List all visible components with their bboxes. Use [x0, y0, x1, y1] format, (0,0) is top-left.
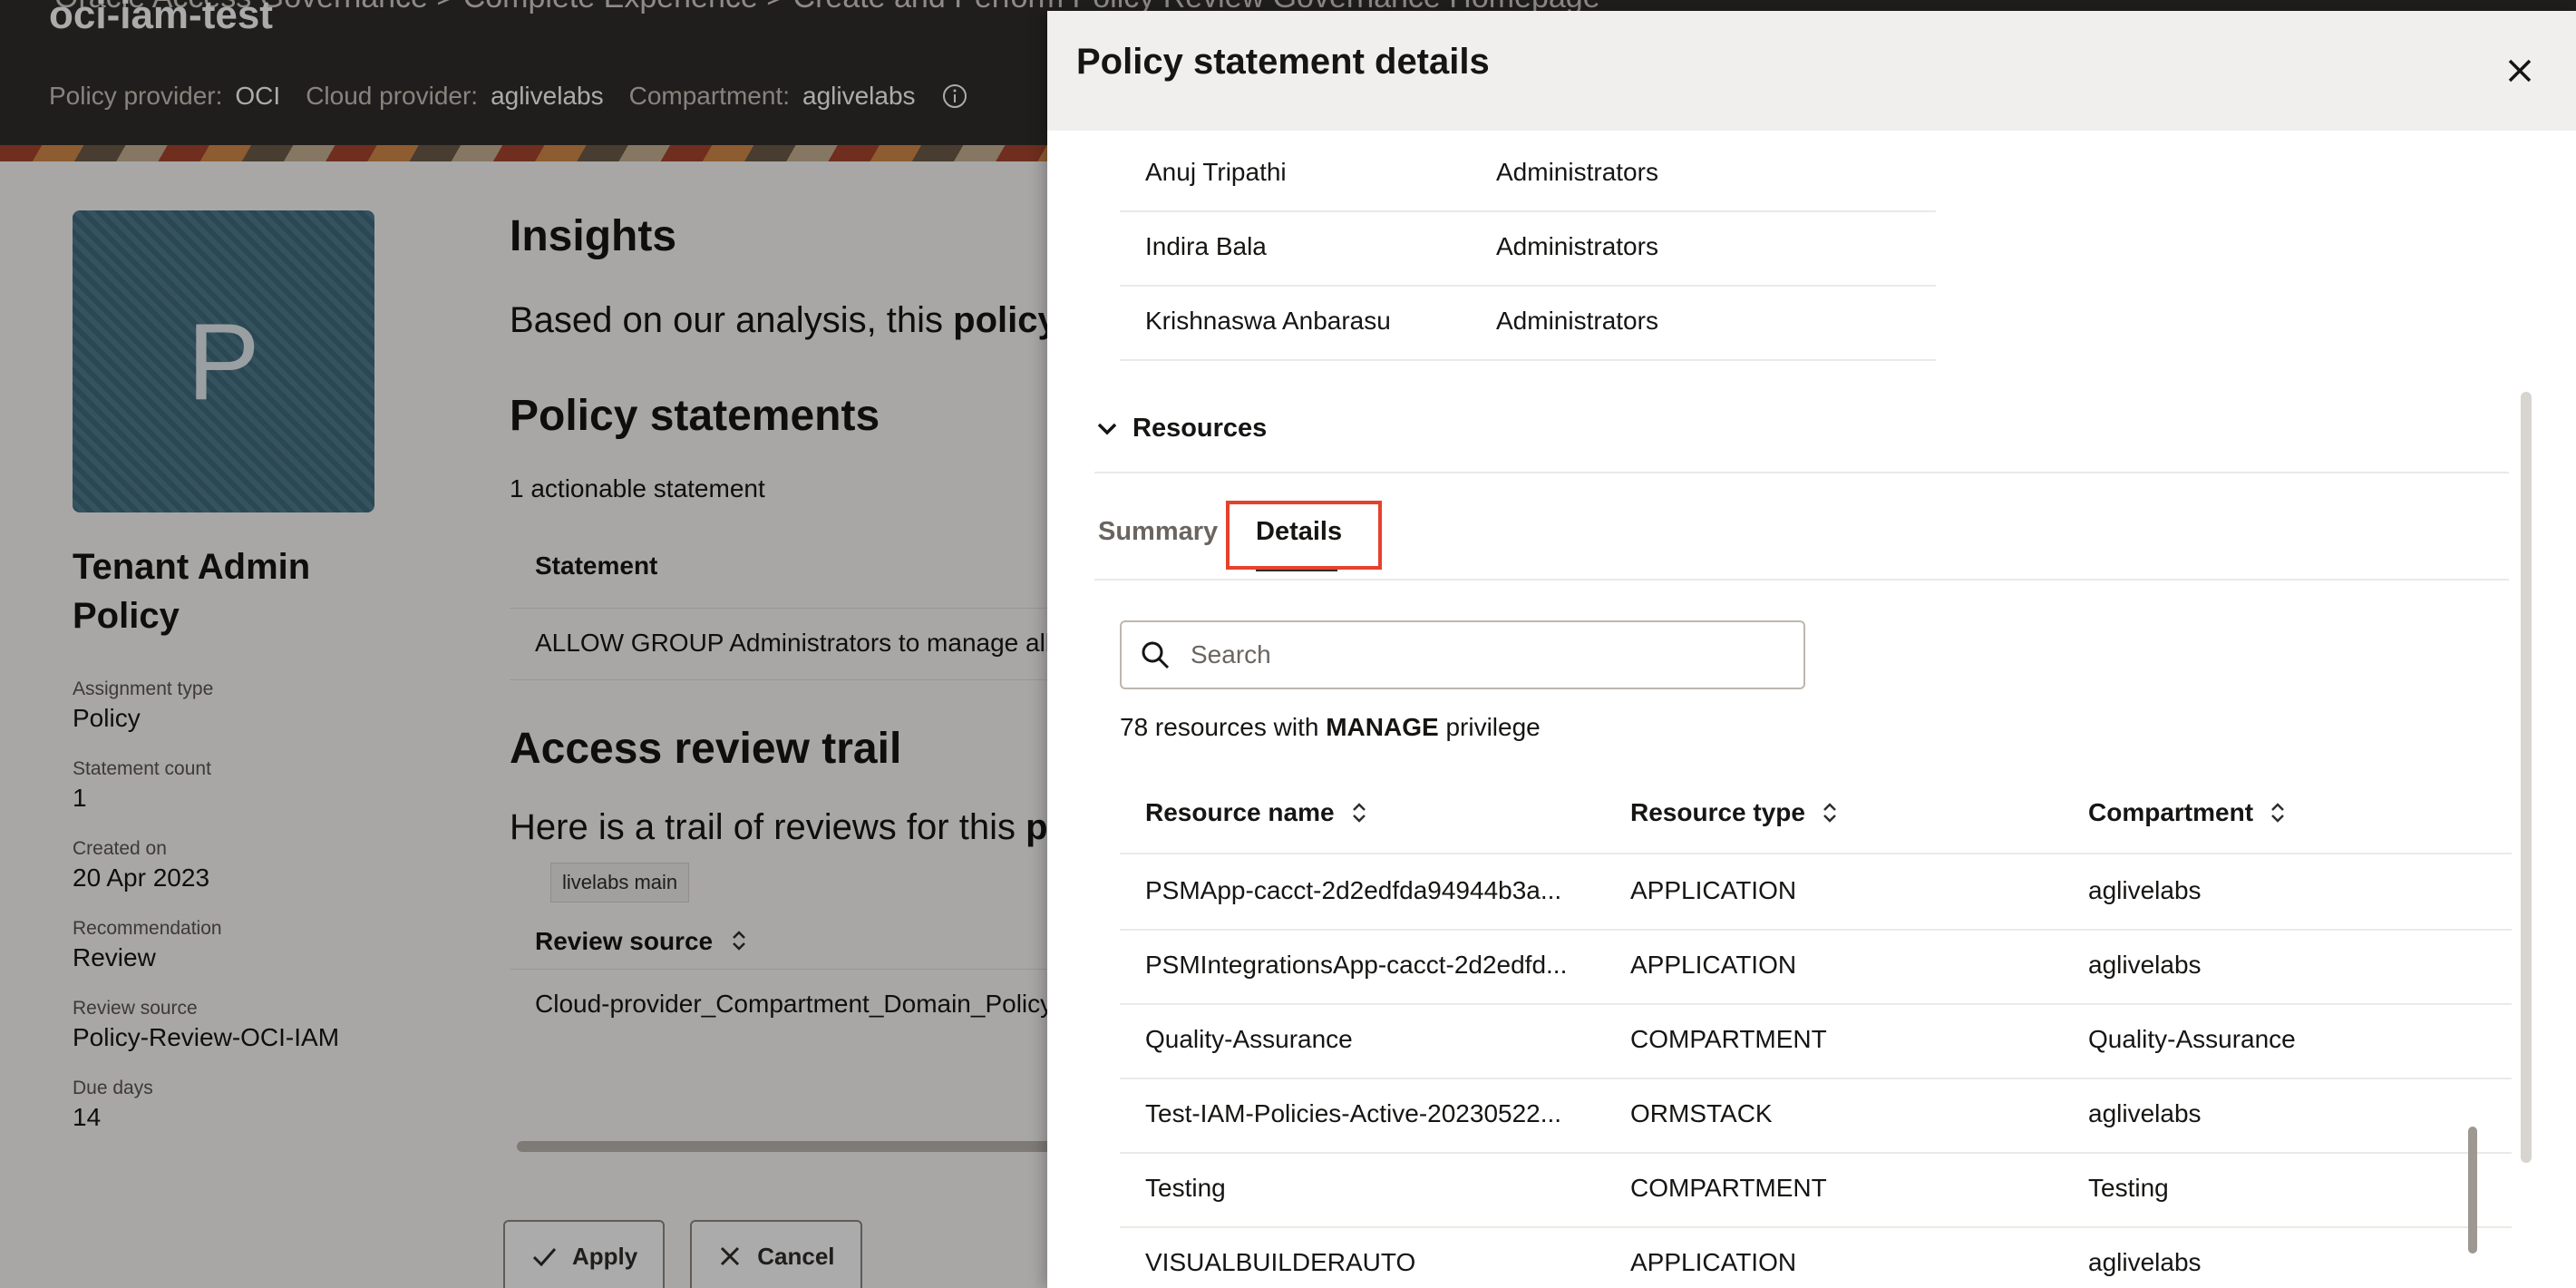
- member-row[interactable]: Krishnaswa Anbarasu Administrators: [1120, 287, 1936, 361]
- close-drawer-button[interactable]: [2498, 49, 2542, 93]
- resource-count: 78 resources with MANAGE privilege: [1120, 713, 1541, 742]
- details-tab-highlight-box: [1226, 501, 1382, 570]
- table-row[interactable]: VISUALBUILDERAUTO APPLICATION aglivelabs: [1120, 1228, 2512, 1288]
- drawer-header: Policy statement details: [1047, 11, 2576, 131]
- member-name: Anuj Tripathi: [1145, 158, 1287, 186]
- compartment-cell: Quality-Assurance: [2088, 1025, 2296, 1053]
- resource-name-cell: VISUALBUILDERAUTO: [1145, 1248, 1416, 1276]
- table-row[interactable]: Test-IAM-Policies-Active-20230522... ORM…: [1120, 1079, 2512, 1154]
- count-suffix: privilege: [1438, 713, 1541, 741]
- resource-name-cell: PSMIntegrationsApp-cacct-2d2edfd...: [1145, 951, 1568, 979]
- resources-section-toggle[interactable]: Resources: [1094, 414, 1267, 444]
- sort-icon[interactable]: [1820, 799, 1840, 826]
- resource-type-cell: APPLICATION: [1630, 1248, 1797, 1276]
- search-icon: [1142, 641, 1170, 669]
- compartment-cell: aglivelabs: [2088, 1099, 2202, 1127]
- drawer-title: Policy statement details: [1076, 42, 1490, 82]
- table-header: Resource name Resource type Compartment: [1120, 773, 2512, 854]
- compartment-cell: aglivelabs: [2088, 951, 2202, 979]
- resource-type-label: Resource type: [1630, 798, 1805, 826]
- resource-type-cell: ORMSTACK: [1630, 1099, 1773, 1127]
- resource-name-cell: Test-IAM-Policies-Active-20230522...: [1145, 1099, 1562, 1127]
- member-group: Administrators: [1496, 158, 1658, 186]
- member-row[interactable]: Anuj Tripathi Administrators: [1120, 138, 1936, 212]
- member-group: Administrators: [1496, 232, 1658, 260]
- compartment-cell: aglivelabs: [2088, 1248, 2202, 1276]
- resources-label: Resources: [1132, 414, 1268, 443]
- count-prefix: 78 resources with: [1120, 713, 1327, 741]
- compartment-cell: Testing: [2088, 1174, 2169, 1202]
- search-field[interactable]: [1120, 620, 1805, 689]
- resource-name-header[interactable]: Resource name: [1145, 798, 1369, 827]
- close-icon: [2508, 59, 2532, 83]
- policy-statement-drawer: Policy statement details Anuj Tripathi A…: [1047, 11, 2576, 1288]
- compartment-cell: aglivelabs: [2088, 876, 2202, 904]
- drawer-scrollbar[interactable]: [2521, 392, 2532, 1163]
- table-row[interactable]: Testing COMPARTMENT Testing: [1120, 1154, 2512, 1228]
- section-divider: [1094, 472, 2509, 473]
- member-name: Indira Bala: [1145, 232, 1267, 260]
- sort-icon[interactable]: [1349, 799, 1369, 826]
- tab-summary[interactable]: Summary: [1098, 517, 1218, 547]
- resource-name-label: Resource name: [1145, 798, 1335, 826]
- resource-name-cell: PSMApp-cacct-2d2edfda94944b3a...: [1145, 876, 1562, 904]
- search-input[interactable]: [1191, 640, 1771, 669]
- resource-type-header[interactable]: Resource type: [1630, 798, 1840, 827]
- resource-name-cell: Testing: [1145, 1174, 1226, 1202]
- compartment-column-label: Compartment: [2088, 798, 2254, 826]
- chevron-down-icon: [1097, 423, 1117, 434]
- resource-name-cell: Quality-Assurance: [1145, 1025, 1353, 1053]
- table-scrollbar[interactable]: [2468, 1127, 2477, 1254]
- compartment-header[interactable]: Compartment: [2088, 798, 2288, 827]
- member-group: Administrators: [1496, 307, 1658, 335]
- member-row[interactable]: Indira Bala Administrators: [1120, 212, 1936, 287]
- resource-type-cell: APPLICATION: [1630, 876, 1797, 904]
- resource-type-cell: COMPARTMENT: [1630, 1025, 1827, 1053]
- table-row[interactable]: PSMApp-cacct-2d2edfda94944b3a... APPLICA…: [1120, 856, 2512, 931]
- sort-icon[interactable]: [2268, 799, 2288, 826]
- table-row[interactable]: PSMIntegrationsApp-cacct-2d2edfd... APPL…: [1120, 931, 2512, 1005]
- member-name: Krishnaswa Anbarasu: [1145, 307, 1391, 335]
- resource-type-cell: APPLICATION: [1630, 951, 1797, 979]
- table-row[interactable]: Quality-Assurance COMPARTMENT Quality-As…: [1120, 1005, 2512, 1079]
- count-privilege: MANAGE: [1326, 713, 1439, 741]
- resource-type-cell: COMPARTMENT: [1630, 1174, 1827, 1202]
